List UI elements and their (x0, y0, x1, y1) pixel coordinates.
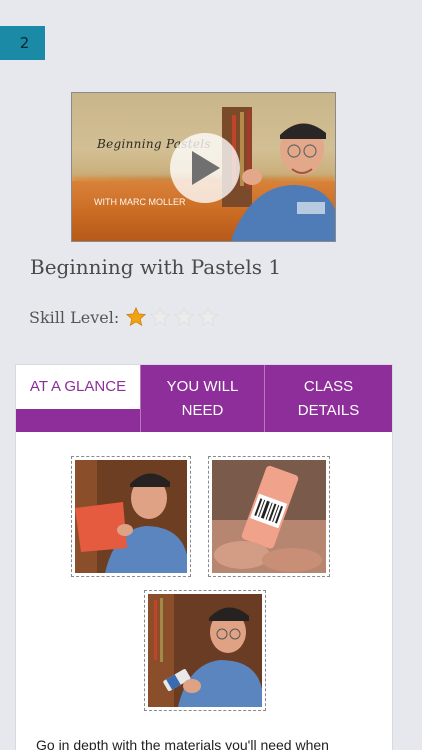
video-subtitle-overlay: WITH MARC MOLLER (94, 197, 186, 207)
skill-level: Skill Level: (29, 306, 219, 328)
glance-photo-3-image (148, 594, 262, 707)
tab-class-details-label: CLASS DETAILS (297, 377, 360, 419)
tab-at-a-glance-label: AT A GLANCE (29, 378, 127, 395)
course-info-panel: AT A GLANCE YOU WILLNEED CLASSDETAILS (15, 364, 393, 750)
star-empty-icon (150, 306, 171, 327)
glance-photo-3[interactable] (144, 590, 266, 711)
tab-class-details[interactable]: CLASS DETAILS (264, 365, 392, 432)
glance-photo-1[interactable] (71, 456, 191, 577)
glance-photo-1-image (75, 460, 187, 573)
glance-photo-2-image (212, 460, 326, 573)
tab-bar: AT A GLANCE YOU WILL NEED CLASS DETAILS (16, 365, 392, 432)
page-badge-label: 2 (19, 34, 30, 52)
video-player[interactable]: Beginning Pastels WITH MARC MOLLER (71, 92, 336, 242)
star-empty-icon (198, 306, 219, 327)
tab-you-will-need-label: YOU WILL NEED (166, 377, 239, 419)
skill-stars (125, 306, 219, 328)
play-button[interactable] (170, 133, 240, 203)
course-title: Beginning with Pastels 1 (30, 255, 282, 279)
star-empty-icon (174, 306, 195, 327)
page-badge: 2 (0, 26, 45, 60)
glance-photo-2[interactable] (208, 456, 330, 577)
skill-level-label: Skill Level: (29, 307, 120, 327)
tab-at-a-glance[interactable]: AT A GLANCE (16, 365, 140, 409)
star-filled-icon (126, 306, 147, 327)
glance-description: Go in depth with the materials you'll ne… (36, 737, 329, 750)
play-icon (192, 151, 220, 185)
tab-you-will-need[interactable]: YOU WILL NEED (140, 365, 264, 432)
